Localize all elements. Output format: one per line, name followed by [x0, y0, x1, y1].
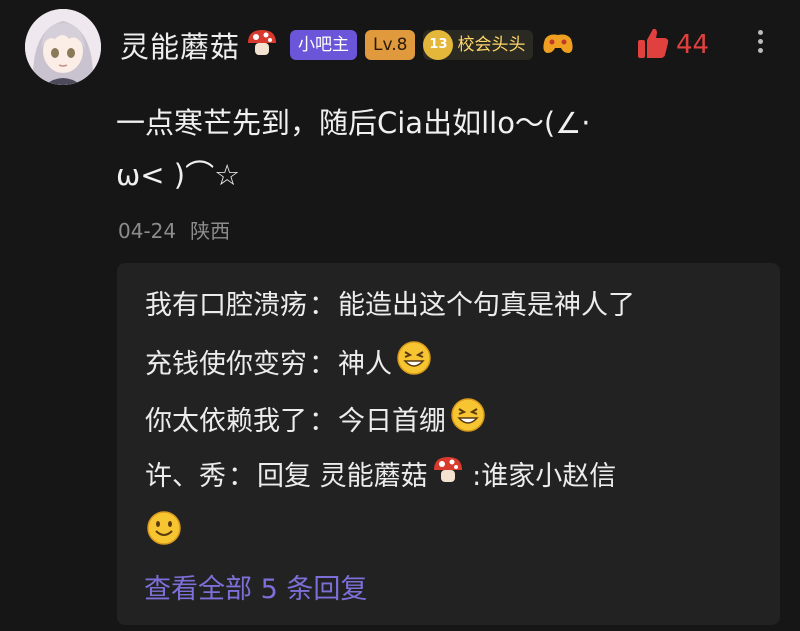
- username[interactable]: 灵能蘑菇: [120, 24, 240, 66]
- fan-level-icon: 13: [423, 30, 454, 60]
- post-content-line: ω< )⌒☆: [116, 158, 241, 192]
- gamepad-icon: [541, 31, 575, 59]
- reply-author[interactable]: 充钱使你变穷: [145, 342, 307, 381]
- reply-text: :谁家小赵信: [463, 461, 617, 492]
- reply-item[interactable]: 你太依赖我了：今日首绷: [145, 397, 486, 440]
- avatar[interactable]: [25, 9, 101, 85]
- owner-badge: 小吧主: [290, 30, 358, 60]
- reply-prefix: 回复: [257, 461, 320, 492]
- reply-item[interactable]: 充钱使你变穷：神人: [145, 340, 432, 383]
- anime-girl-avatar-image: [25, 9, 101, 85]
- like-button[interactable]: 44: [636, 26, 709, 64]
- post-content-line: 一点寒芒先到，随后Cia出如llo～(∠·: [116, 106, 591, 140]
- smile-emoji: [145, 509, 183, 554]
- more-vertical-icon[interactable]: [750, 26, 770, 66]
- thumbs-up-icon: [636, 26, 670, 64]
- grinning-squint-emoji: [450, 397, 486, 440]
- reply-item[interactable]: 我有口腔溃疡：能造出这个句真是神人了: [145, 283, 635, 322]
- view-all-replies-link[interactable]: 查看全部 5 条回复: [144, 567, 367, 606]
- post-date: 04-24: [118, 219, 177, 243]
- reply-author[interactable]: 许、秀: [145, 454, 226, 493]
- fan-badge: 13 校会头头: [423, 30, 534, 60]
- post-header: 灵能蘑菇 小吧主 Lv.8 13 校会头头: [120, 22, 575, 68]
- grinning-squint-emoji: [396, 340, 432, 383]
- reply-mention[interactable]: 灵能蘑菇: [320, 454, 428, 493]
- like-count: 44: [676, 30, 710, 60]
- reply-continuation: [145, 509, 183, 554]
- reply-item[interactable]: 许、秀：回复 灵能蘑菇 :谁家小赵信: [145, 454, 616, 493]
- reply-list: 我有口腔溃疡：能造出这个句真是神人了 充钱使你变穷：神人 你太依赖我了：今日首绷…: [117, 263, 780, 625]
- post-meta: 04-24 陕西: [118, 215, 230, 244]
- reply-author[interactable]: 你太依赖我了: [145, 399, 307, 438]
- reply-text: 今日首绷: [338, 406, 446, 437]
- level-badge: Lv.8: [365, 30, 416, 60]
- reply-text: 神人: [338, 349, 392, 380]
- mushroom-icon: [432, 455, 464, 492]
- reply-text: 能造出这个句真是神人了: [338, 290, 635, 321]
- mushroom-icon: [246, 28, 278, 62]
- reply-author[interactable]: 我有口腔溃疡: [145, 283, 307, 322]
- post-location: 陕西: [190, 219, 231, 243]
- fan-title: 校会头头: [457, 35, 526, 55]
- post-content: 一点寒芒先到，随后Cia出如llo～(∠· ω< )⌒☆: [116, 97, 716, 201]
